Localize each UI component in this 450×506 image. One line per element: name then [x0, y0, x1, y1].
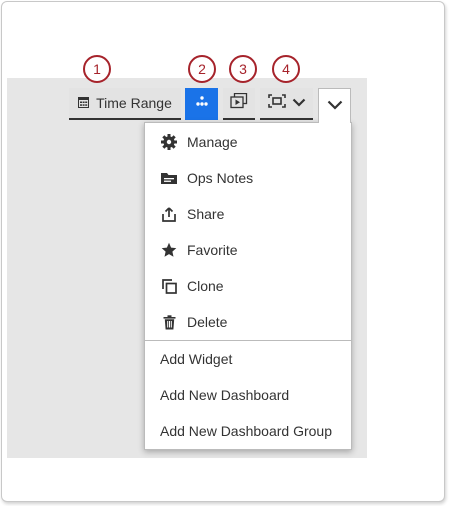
dashboard-options-menu: Manage Ops Notes Share Favorite Clone De… [144, 122, 352, 450]
fullscreen-button[interactable] [260, 88, 313, 120]
menu-item-delete[interactable]: Delete [145, 304, 351, 340]
menu-item-label: Favorite [187, 242, 238, 258]
callout-1: 1 [83, 55, 111, 83]
share-dashboard-button[interactable] [185, 88, 218, 120]
star-icon [160, 241, 178, 259]
clone-icon [160, 277, 178, 295]
callout-4: 4 [272, 55, 300, 83]
fullscreen-icon [267, 93, 286, 113]
calendar-icon [78, 95, 90, 111]
gear-icon [160, 133, 178, 151]
menu-item-label: Clone [187, 278, 224, 294]
menu-item-add-widget[interactable]: Add Widget [145, 341, 351, 377]
present-button[interactable] [223, 88, 255, 120]
chevron-down-icon [292, 94, 306, 112]
menu-item-share[interactable]: Share [145, 196, 351, 232]
callout-2: 2 [188, 55, 216, 83]
share-icon [160, 205, 178, 223]
more-options-button[interactable] [318, 88, 351, 123]
callout-3: 3 [229, 55, 257, 83]
time-range-button[interactable]: Time Range [69, 88, 181, 120]
menu-item-add-new-dashboard[interactable]: Add New Dashboard [145, 377, 351, 413]
notes-icon [160, 169, 178, 187]
menu-item-label: Ops Notes [187, 170, 254, 186]
present-icon [230, 92, 248, 114]
menu-item-ops-notes[interactable]: Ops Notes [145, 160, 351, 196]
menu-item-label: Manage [187, 134, 238, 150]
menu-item-add-new-dashboard-group[interactable]: Add New Dashboard Group [145, 413, 351, 449]
trash-icon [160, 313, 178, 331]
menu-item-clone[interactable]: Clone [145, 268, 351, 304]
menu-item-label: Share [187, 206, 225, 222]
chevron-down-icon [327, 97, 343, 115]
menu-item-label: Delete [187, 314, 228, 330]
time-range-label: Time Range [96, 95, 172, 111]
menu-item-favorite[interactable]: Favorite [145, 232, 351, 268]
share-network-icon [195, 94, 209, 112]
menu-item-manage[interactable]: Manage [145, 124, 351, 160]
